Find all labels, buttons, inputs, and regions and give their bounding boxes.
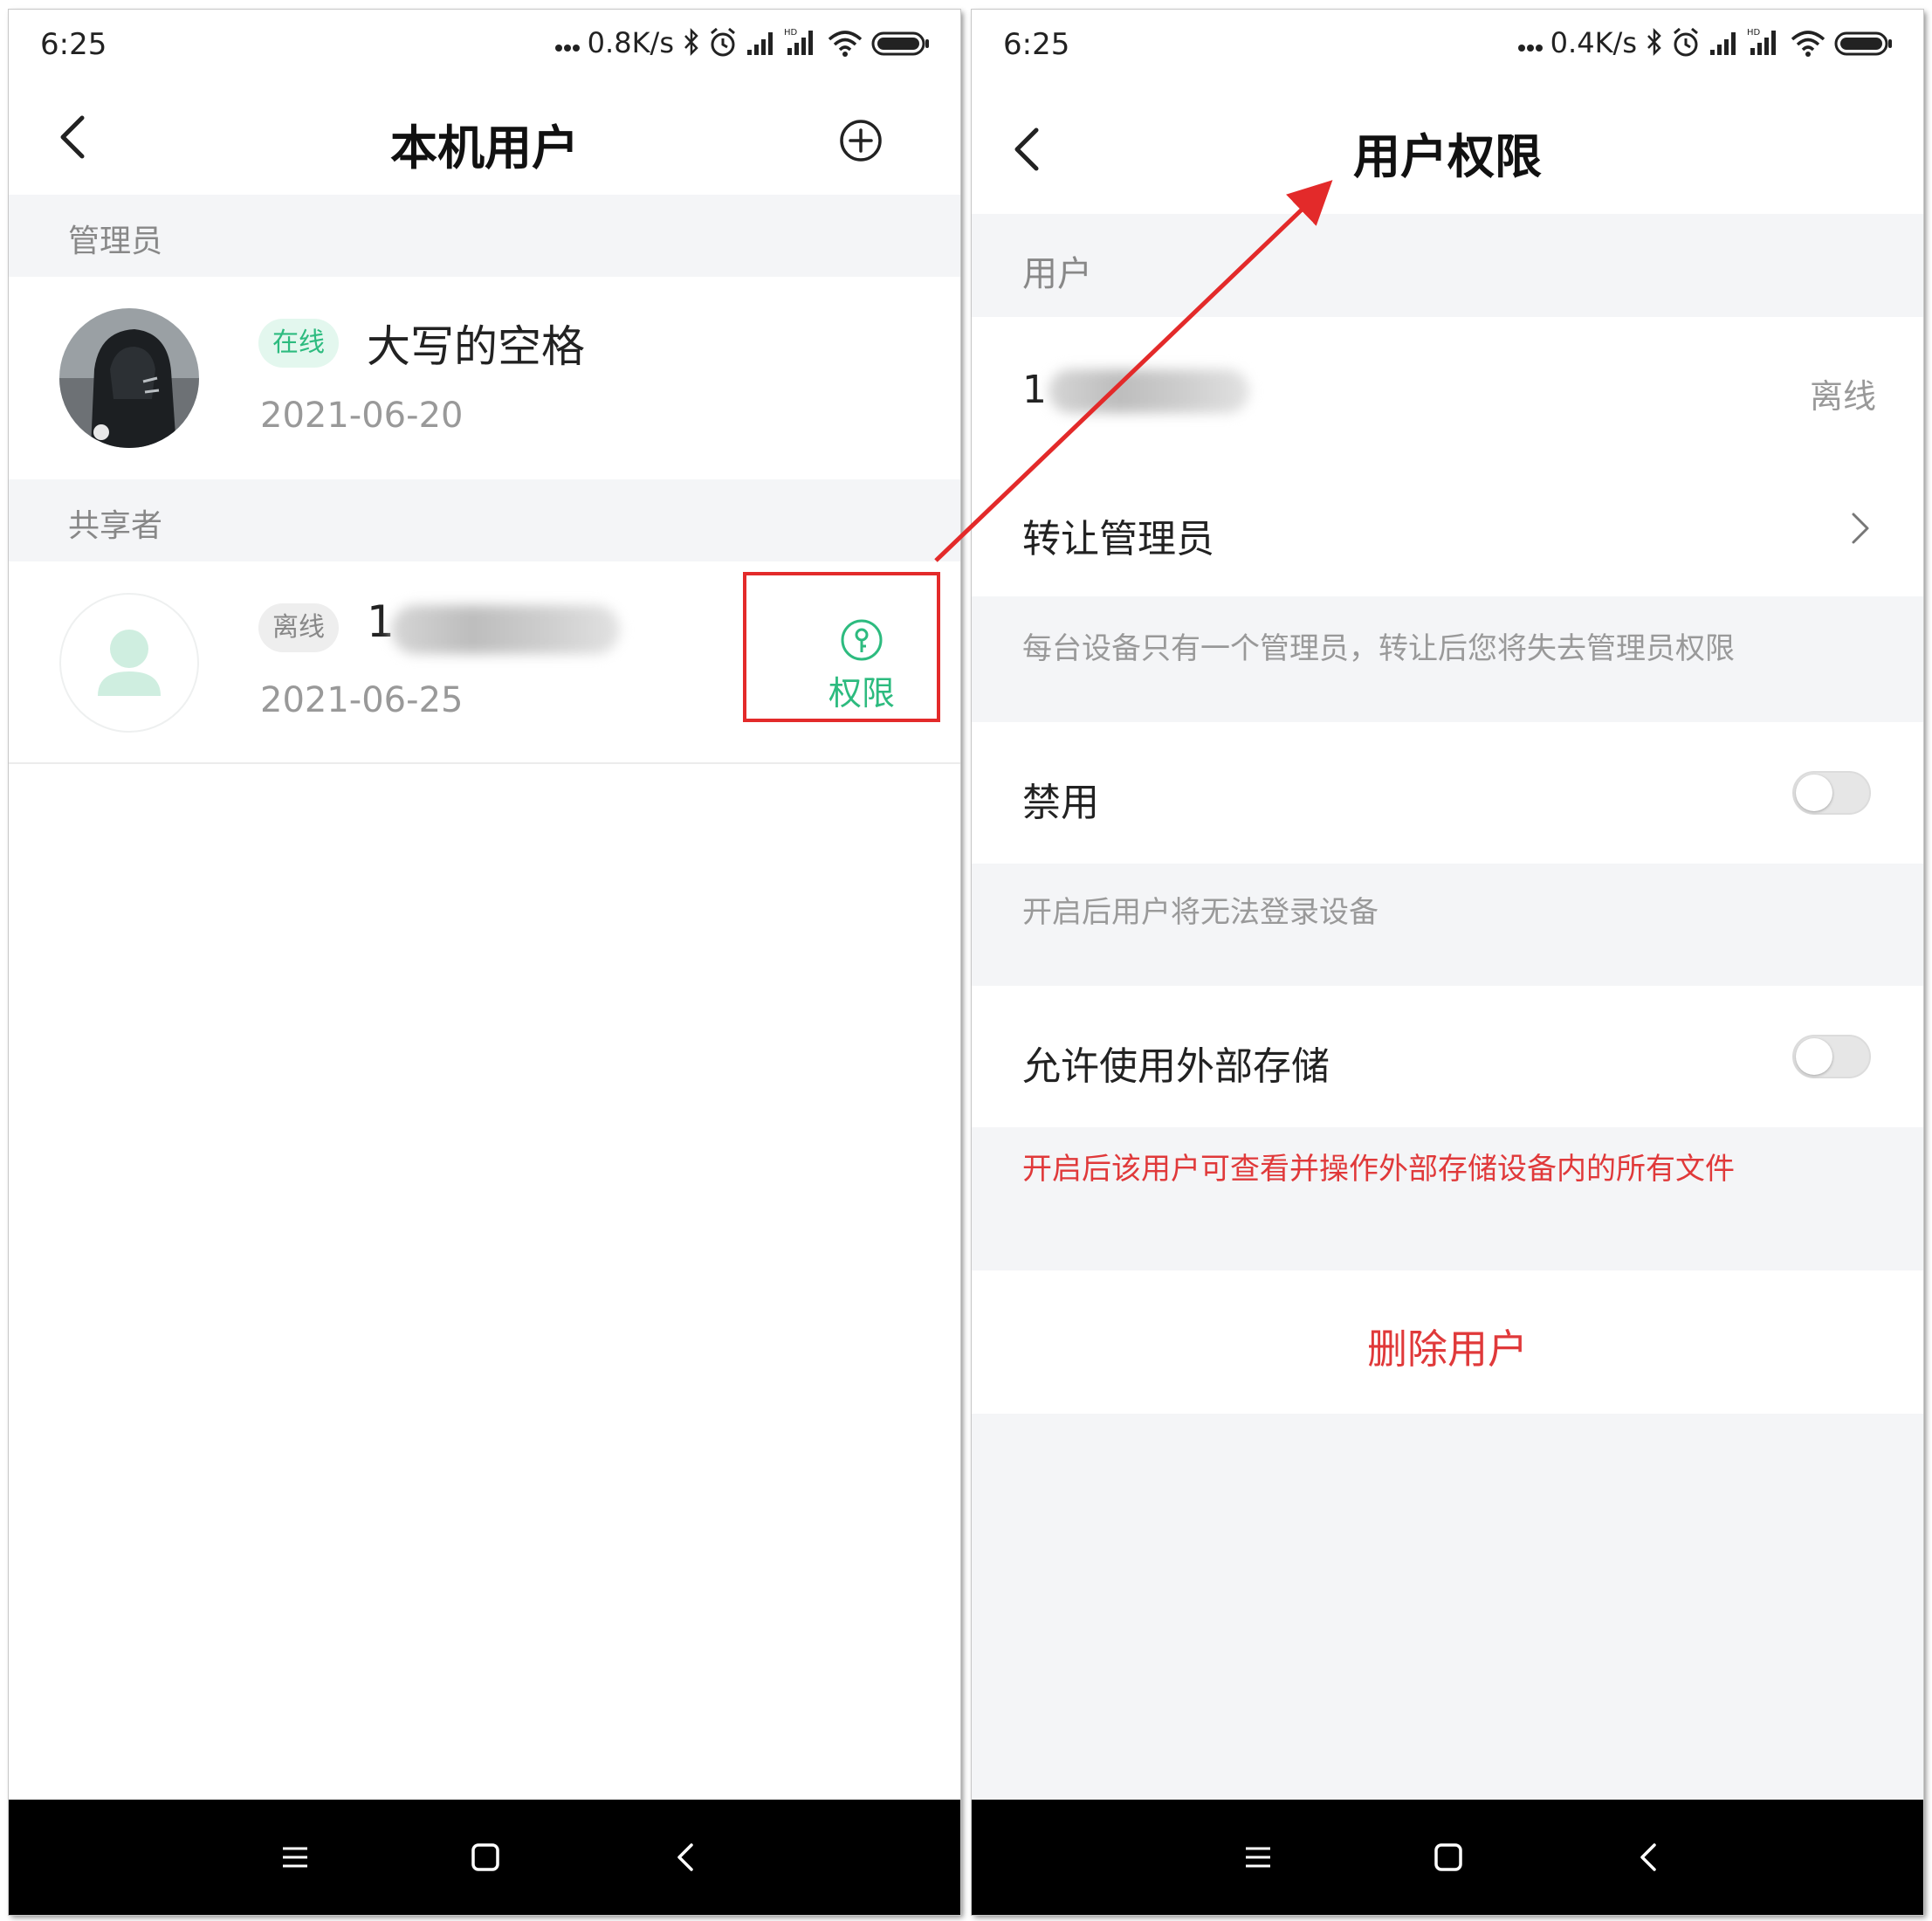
avatar-photo-icon — [59, 308, 199, 448]
menu-icon[interactable] — [1239, 1838, 1277, 1876]
status-time: 6:25 — [40, 27, 107, 62]
network-speed: 0.4K/s — [1550, 26, 1637, 59]
transfer-admin-row[interactable]: 转让管理员 — [972, 458, 1923, 596]
section-label: 用户 — [1022, 254, 1092, 294]
permission-button[interactable]: 权限 — [779, 605, 945, 726]
user-date: 2021-06-25 — [260, 680, 464, 720]
user-row-admin[interactable]: 在线 大写的空格 2021-06-20 — [9, 277, 960, 479]
home-icon[interactable] — [1429, 1838, 1468, 1876]
disable-toggle[interactable] — [1792, 771, 1871, 815]
user-date: 2021-06-20 — [260, 396, 464, 436]
signal-icon — [747, 32, 773, 55]
user-status: 离线 — [1809, 377, 1876, 416]
signal-icon — [1710, 32, 1736, 55]
battery-icon — [871, 31, 929, 56]
wifi-icon — [828, 31, 863, 57]
status-bar: 6:25 0.8K/s HD — [9, 10, 960, 79]
signal-hd-icon: HD — [784, 28, 813, 55]
add-circle-icon[interactable] — [838, 118, 883, 163]
delete-user-button[interactable]: 删除用户 — [972, 1270, 1923, 1414]
nav-back-icon[interactable] — [1630, 1838, 1668, 1876]
toggle-knob — [1796, 1038, 1832, 1075]
disable-hint: 开启后用户将无法登录设备 — [1022, 895, 1379, 930]
avatar-placeholder — [59, 593, 199, 733]
chevron-right-icon — [1852, 513, 1869, 544]
avatar — [59, 308, 199, 448]
page-title: 本机用户 — [390, 120, 579, 176]
user-name: 大写的空格 — [367, 321, 585, 372]
external-storage-hint: 开启后该用户可查看并操作外部存储设备内的所有文件 — [1022, 1152, 1735, 1187]
wifi-icon — [1791, 31, 1825, 57]
external-storage-row: 允许使用外部存储 — [972, 986, 1923, 1127]
section-label: 共享者 — [68, 508, 163, 544]
transfer-admin-label: 转让管理员 — [1022, 517, 1214, 561]
alarm-icon — [711, 27, 735, 57]
user-info-group: 1 离线 转让管理员 — [972, 317, 1923, 596]
delete-user-label: 删除用户 — [1367, 1325, 1528, 1373]
bluetooth-icon — [1647, 27, 1661, 57]
section-label: 管理员 — [68, 224, 163, 259]
section-header-admin: 管理员 — [9, 195, 960, 277]
menu-icon[interactable] — [276, 1838, 314, 1876]
nav-bar — [972, 1800, 1923, 1915]
nav-bar — [9, 1800, 960, 1915]
redacted-name — [1049, 369, 1249, 413]
external-storage-label: 允许使用外部存储 — [1022, 1044, 1330, 1089]
user-silhouette-icon — [98, 630, 161, 696]
home-icon[interactable] — [466, 1838, 505, 1876]
dots-icon — [554, 45, 580, 52]
battery-icon — [1834, 31, 1892, 56]
disable-row: 禁用 — [972, 722, 1923, 864]
bluetooth-icon — [684, 27, 698, 57]
user-name-prefix: 1 — [367, 596, 395, 647]
redacted-name — [391, 605, 620, 654]
transfer-hint: 每台设备只有一个管理员，转让后您将失去管理员权限 — [1022, 631, 1735, 666]
header: 用户权限 — [972, 79, 1923, 214]
disable-label: 禁用 — [1022, 781, 1099, 825]
svg-text:HD: HD — [784, 28, 798, 38]
nav-back-icon[interactable] — [667, 1838, 705, 1876]
header: 本机用户 — [9, 79, 960, 195]
page-title: 用户权限 — [1353, 129, 1542, 184]
external-storage-toggle[interactable] — [1792, 1035, 1871, 1078]
status-icons: 0.4K/s HD — [1517, 25, 1894, 60]
section-header-user: 用户 — [972, 214, 1923, 317]
status-badge-online: 在线 — [258, 319, 339, 368]
signal-hd-icon: HD — [1747, 28, 1776, 55]
status-icons: 0.8K/s HD — [554, 25, 931, 60]
svg-text:HD: HD — [1747, 28, 1761, 38]
toggle-knob — [1796, 775, 1832, 811]
status-time: 6:25 — [1003, 27, 1070, 62]
dots-icon — [1517, 45, 1543, 52]
status-bar: 6:25 0.4K/s HD — [972, 10, 1923, 79]
key-icon — [841, 619, 883, 660]
permission-label: 权限 — [828, 673, 895, 713]
user-name-prefix: 1 — [1022, 368, 1047, 412]
screen-local-users: 6:25 0.8K/s HD 本机用户 管理员 在线 大写的空格 2021-06… — [9, 10, 960, 1915]
alarm-icon — [1674, 27, 1698, 57]
network-speed: 0.8K/s — [587, 26, 674, 59]
section-header-sharer: 共享者 — [9, 479, 960, 561]
status-badge-offline: 离线 — [258, 603, 339, 652]
screen-user-permissions: 6:25 0.4K/s HD 用户权限 用户 1 离线 转让管理员 每台设备只有… — [972, 10, 1923, 1915]
